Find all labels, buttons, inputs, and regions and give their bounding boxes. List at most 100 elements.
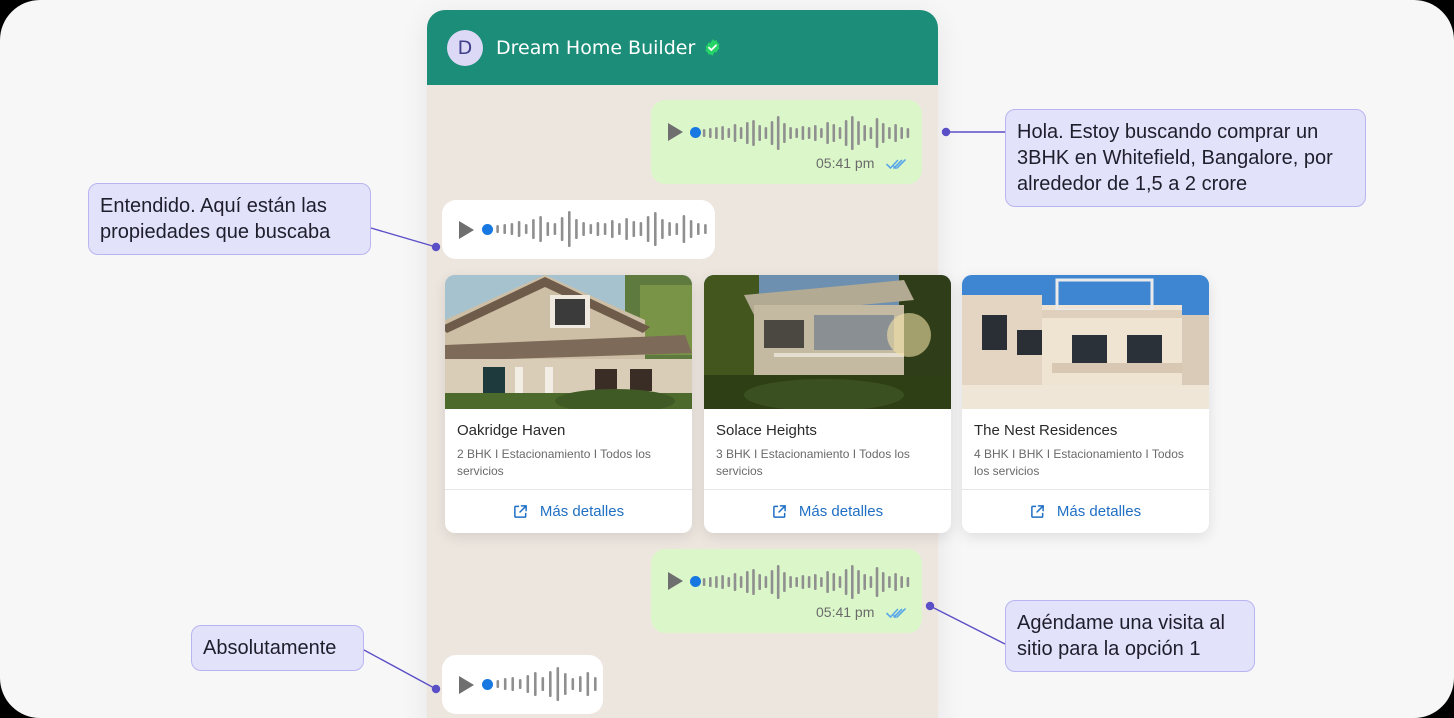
voice-message-outgoing: 05:41 pm (651, 100, 922, 184)
waveform-bar (702, 578, 706, 586)
message-time: 05:41 pm (816, 155, 875, 171)
waveform-bar (589, 224, 593, 234)
read-receipt-icon (886, 608, 906, 619)
waveform-bar (906, 128, 910, 138)
waveform-bar (875, 567, 879, 597)
waveform-bar (851, 565, 854, 599)
property-photo-oakridge-haven[interactable] (445, 275, 692, 409)
waveform-bar (534, 672, 537, 696)
play-icon[interactable] (456, 220, 476, 240)
waveform-bar (727, 577, 731, 587)
waveform-bar (783, 123, 786, 143)
waveform-bar (682, 215, 686, 243)
waveform-bar (795, 128, 798, 138)
waveform-bar (618, 223, 621, 235)
waveform-bar (556, 667, 560, 701)
audio-waveform[interactable] (701, 562, 911, 602)
waveform-bar (625, 218, 628, 240)
property-photo-solace-heights[interactable] (704, 275, 951, 409)
external-link-icon (1031, 505, 1044, 518)
waveform-bar (826, 571, 829, 593)
waveform-bar (801, 575, 805, 589)
waveform-bar (709, 577, 712, 587)
play-icon[interactable] (665, 571, 685, 591)
property-name: The Nest Residences (974, 422, 1118, 439)
playback-position-marker[interactable] (482, 224, 493, 235)
waveform-bar (603, 223, 607, 235)
connector-dot (941, 127, 951, 137)
waveform-bar (776, 565, 780, 599)
waveform-bar (541, 677, 545, 691)
waveform-bar (900, 127, 903, 139)
waveform-bar (733, 124, 737, 142)
waveform-bar (546, 222, 550, 236)
waveform-bar (715, 576, 718, 588)
more-details-link[interactable]: Más detalles (704, 490, 951, 533)
waveform-bar (832, 124, 836, 142)
annotation-bot-reply: Entendido. Aquí están las propiedades qu… (88, 183, 371, 255)
waveform-bar (721, 126, 724, 140)
waveform-bar (783, 572, 786, 592)
waveform-bar (844, 569, 848, 595)
play-icon[interactable] (665, 122, 685, 142)
contact-name[interactable]: Dream Home Builder (496, 37, 695, 59)
waveform-bar (575, 219, 578, 239)
waveform-bar (764, 576, 768, 588)
waveform-bar (675, 223, 679, 235)
connector-line (363, 649, 437, 690)
property-card[interactable]: Solace Heights 3 BHK I Estacionamiento I… (704, 275, 951, 533)
waveform-bar (863, 125, 866, 141)
waveform-bar (801, 126, 805, 140)
waveform-bar (721, 575, 724, 589)
property-name: Solace Heights (716, 422, 817, 439)
waveform-bar (715, 127, 718, 139)
property-photo-the-nest-residences[interactable] (962, 275, 1209, 409)
more-details-link[interactable]: Más detalles (445, 490, 692, 533)
waveform-bar (564, 673, 567, 695)
waveform-bar (594, 677, 597, 691)
waveform-bar (894, 124, 897, 142)
audio-waveform[interactable] (701, 113, 911, 153)
waveform-bar (832, 573, 836, 591)
property-name: Oakridge Haven (457, 422, 566, 439)
waveform-bar (776, 116, 780, 150)
waveform-bar (517, 221, 521, 237)
verified-badge-icon (705, 39, 720, 56)
property-card[interactable]: Oakridge Haven 2 BHK I Estacionamiento I… (445, 275, 692, 533)
audio-waveform[interactable] (494, 209, 709, 249)
waveform-bar (496, 225, 499, 233)
waveform-bar (646, 216, 650, 242)
waveform-bar (888, 127, 891, 139)
waveform-bar (752, 120, 755, 146)
play-icon[interactable] (456, 675, 476, 695)
waveform-bar (838, 576, 842, 588)
waveform-bar (553, 223, 557, 235)
playback-position-marker[interactable] (482, 679, 493, 690)
waveform-bar (560, 217, 564, 241)
waveform-bar (789, 127, 792, 139)
voice-message-outgoing: 05:41 pm (651, 549, 922, 633)
waveform-bar (863, 574, 866, 590)
chat-header: D Dream Home Builder (427, 10, 938, 85)
waveform-bar (758, 574, 761, 590)
waveform-bar (838, 127, 842, 139)
waveform-bar (881, 572, 885, 592)
annotation-user-followup: Agéndame una visita al sitio para la opc… (1005, 600, 1255, 672)
playback-position-marker[interactable] (690, 576, 701, 587)
read-receipt-icon (886, 159, 906, 170)
message-time: 05:41 pm (816, 604, 875, 620)
property-card[interactable]: The Nest Residences 4 BHK I BHK I Estaci… (962, 275, 1209, 533)
waveform-bar (632, 221, 636, 237)
more-details-link[interactable]: Más detalles (962, 490, 1209, 533)
waveform-bar (770, 121, 774, 145)
playback-position-marker[interactable] (690, 127, 701, 138)
waveform-bar (704, 224, 707, 234)
contact-avatar[interactable]: D (447, 29, 483, 66)
waveform-bar (900, 576, 903, 588)
waveform-bar (511, 677, 514, 691)
waveform-bar (807, 127, 811, 139)
waveform-bar (702, 129, 706, 137)
waveform-bar (733, 573, 737, 591)
waveform-bar (503, 224, 506, 234)
audio-waveform[interactable] (494, 664, 599, 704)
